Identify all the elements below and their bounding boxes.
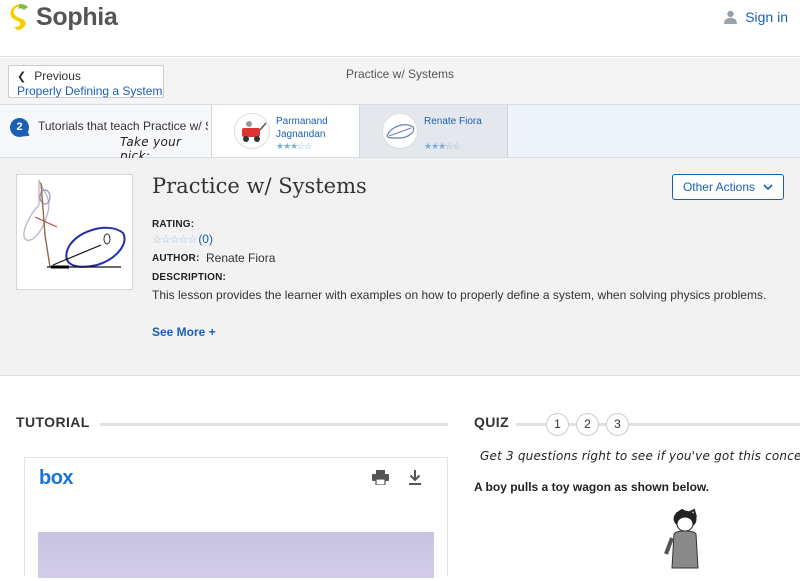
- box-document-viewer[interactable]: box: [24, 457, 448, 578]
- description-label: DESCRIPTION:: [152, 272, 227, 283]
- tutorial-card-thumbnail: [382, 113, 418, 149]
- previous-lesson-link[interactable]: Properly Defining a System: [17, 84, 163, 98]
- lesson-nav: ❮ Previous Properly Defining a System Pr…: [0, 58, 800, 104]
- sophia-logo[interactable]: Sophia: [9, 3, 118, 32]
- author-label: AUTHOR:: [152, 253, 200, 264]
- top-bar: Sophia Sign in: [0, 0, 800, 57]
- rating-count[interactable]: (0): [198, 232, 213, 246]
- print-icon: [372, 470, 389, 486]
- rating-stars-icons: ☆☆☆☆☆: [152, 233, 197, 246]
- wagon-drawing-icon: [242, 121, 267, 142]
- user-icon: [724, 10, 738, 24]
- lesson-thumbnail: [16, 174, 133, 290]
- tutorials-strip: 2 Tutorials that teach Practice w/ Syste…: [0, 104, 800, 163]
- tutorial-card-rating: ★★★☆☆: [276, 141, 312, 151]
- logo-text: Sophia: [36, 3, 118, 31]
- tutorial-card-parmanand[interactable]: Parmanand Jagnandan ★★★☆☆: [212, 105, 360, 157]
- print-button[interactable]: [372, 470, 389, 490]
- tutorial-card-renate[interactable]: Renate Fiora ★★★☆☆: [360, 105, 508, 157]
- rating-stars[interactable]: ☆☆☆☆☆ (0): [152, 232, 213, 246]
- quiz-heading: QUIZ: [474, 414, 510, 430]
- sign-in-button[interactable]: Sign in: [724, 9, 788, 25]
- quiz-question-3[interactable]: 3: [606, 413, 629, 436]
- tutorials-info: 2 Tutorials that teach Practice w/ Syste…: [0, 105, 212, 163]
- tutorial-card-thumbnail: [234, 113, 270, 149]
- quiz-question-2[interactable]: 2: [576, 413, 599, 436]
- tutorial-card-author: Parmanand Jagnandan: [276, 116, 328, 140]
- quiz-question-1[interactable]: 1: [546, 413, 569, 436]
- other-actions-button[interactable]: Other Actions: [672, 174, 784, 200]
- chevron-down-icon: [763, 183, 773, 190]
- author-name: Renate Fiora: [206, 251, 276, 265]
- see-more-link[interactable]: See More +: [152, 325, 216, 339]
- boy-wagon-sketch-icon: [23, 179, 126, 269]
- lesson-info: Practice w/ Systems Other Actions RATING…: [0, 158, 800, 376]
- sophia-logo-icon: [10, 3, 28, 30]
- lesson-description: This lesson provides the learner with ex…: [152, 288, 767, 302]
- tutorials-text: Tutorials that teach Practice w/ Systems: [38, 119, 208, 133]
- tutorial-card-rating: ★★★☆☆: [424, 141, 460, 151]
- sign-in-label: Sign in: [745, 9, 788, 25]
- lesson-title: Practice w/ Systems: [152, 174, 367, 198]
- document-preview[interactable]: [38, 532, 434, 578]
- quiz-intro: Get 3 questions right to see if you've g…: [480, 449, 800, 463]
- rating-label: RATING:: [152, 219, 195, 230]
- tutorial-heading: TUTORIAL: [16, 414, 90, 430]
- tutorial-count-badge: 2: [10, 118, 29, 137]
- boy-drawing-icon: [664, 508, 699, 569]
- download-button[interactable]: [408, 470, 422, 490]
- download-icon: [409, 470, 421, 485]
- box-logo: box: [39, 467, 74, 489]
- system-sketch-icon: [386, 124, 415, 139]
- tutorial-card-author: Renate Fiora: [424, 116, 482, 127]
- nav-page-title: Practice w/ Systems: [345, 67, 455, 81]
- tutorial-divider: [100, 423, 448, 426]
- boy-illustration: [660, 508, 720, 581]
- quiz-question-text: A boy pulls a toy wagon as shown below.: [474, 480, 710, 494]
- other-actions-label: Other Actions: [682, 180, 756, 194]
